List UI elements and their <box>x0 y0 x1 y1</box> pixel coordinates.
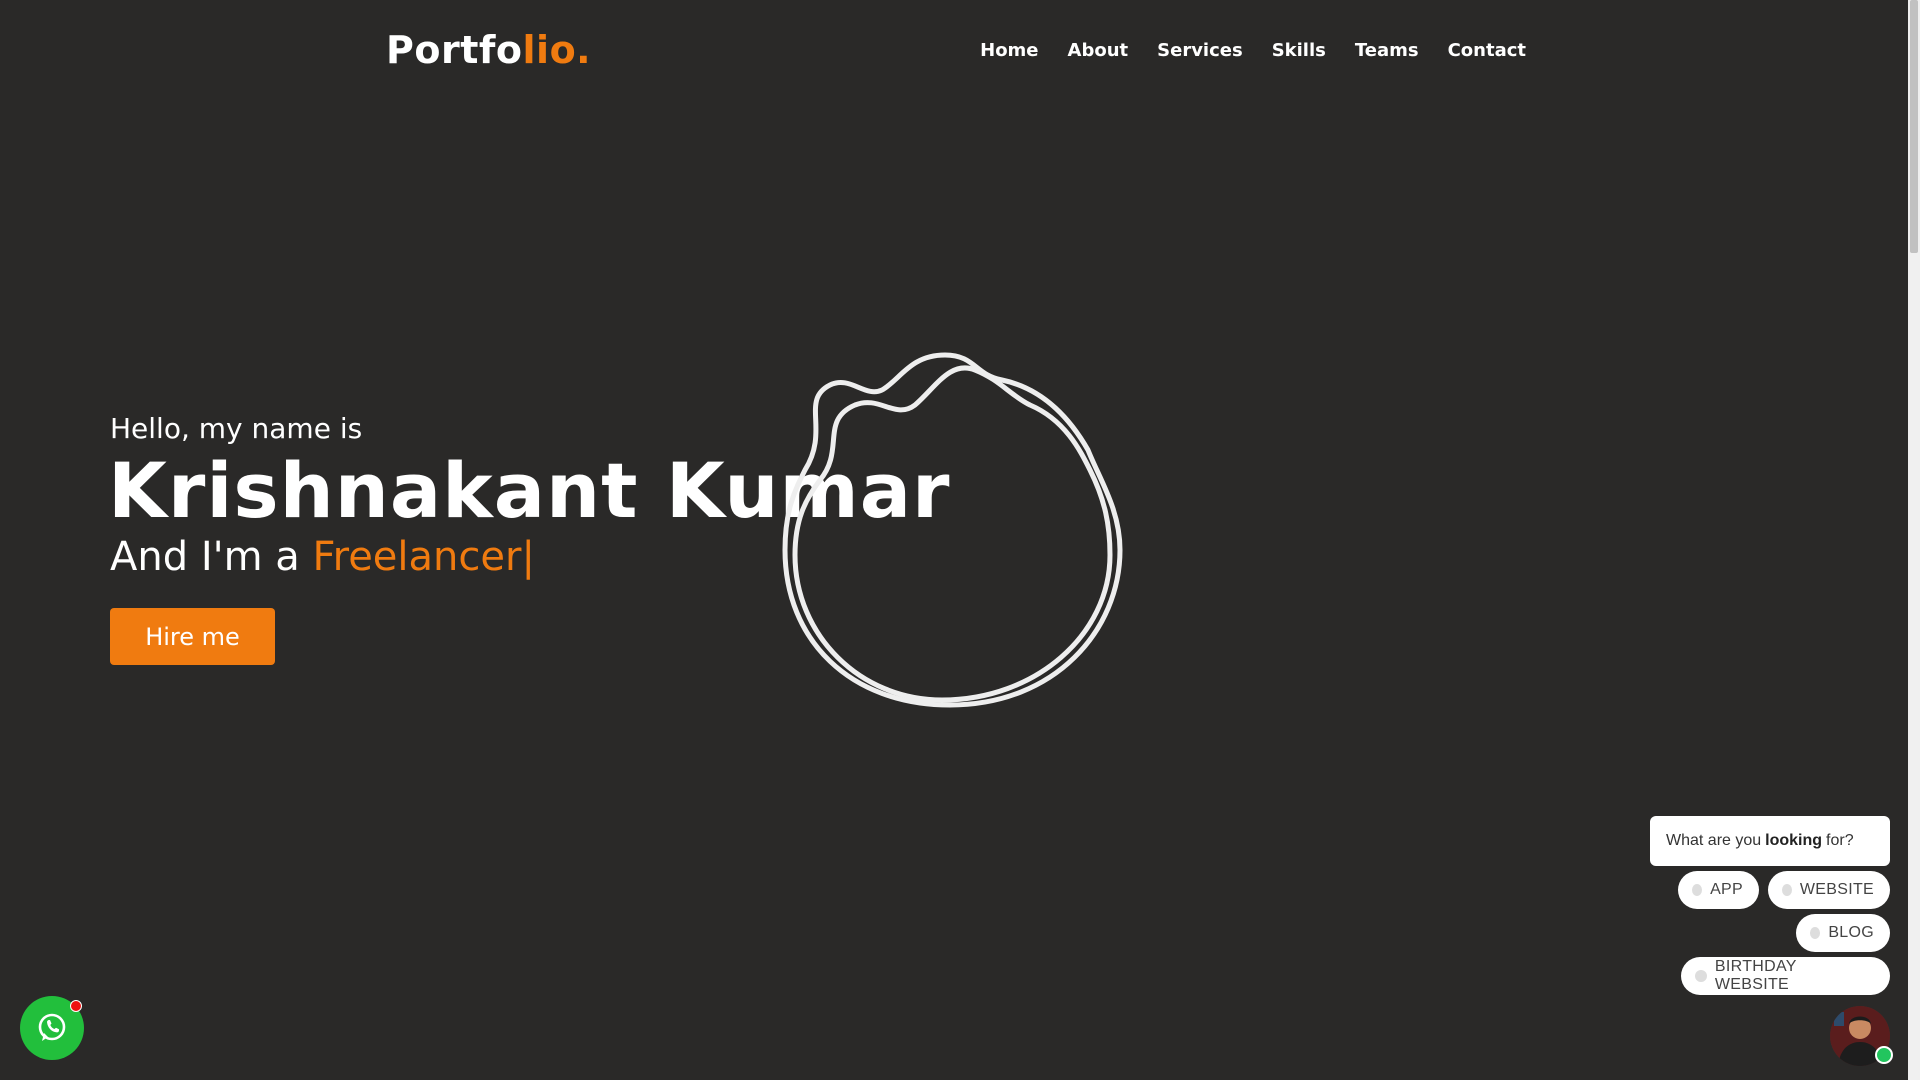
main-nav: Home About Services Skills Teams Contact <box>980 40 1526 61</box>
chat-prompt-before: What are you <box>1666 832 1762 849</box>
logo-accent-text: lio. <box>522 28 592 72</box>
chat-prompt-after: for? <box>1826 832 1854 849</box>
chat-option-birthday-website[interactable]: BIRTHDAY WEBSITE <box>1681 957 1890 995</box>
radio-dot-icon <box>1692 884 1703 896</box>
chat-option-label: BLOG <box>1828 924 1874 941</box>
chat-prompt-bold: looking <box>1765 832 1823 849</box>
site-logo[interactable]: Portfolio. <box>386 28 591 72</box>
whatsapp-icon <box>38 1013 66 1041</box>
online-status-dot <box>1875 1046 1893 1064</box>
logo-main-text: Portfo <box>386 28 523 72</box>
chat-option-label: WEBSITE <box>1799 881 1874 898</box>
chat-option-blog[interactable]: BLOG <box>1796 914 1890 952</box>
radio-dot-icon <box>1810 927 1821 939</box>
hero-role-prefix: And I'm a <box>110 534 313 580</box>
nav-home[interactable]: Home <box>980 40 1038 61</box>
page-scrollbar-thumb[interactable] <box>1910 0 1918 253</box>
nav-services[interactable]: Services <box>1157 40 1243 61</box>
hero-greeting: Hello, my name is <box>110 412 363 445</box>
nav-teams[interactable]: Teams <box>1355 40 1419 61</box>
chat-option-website[interactable]: WEBSITE <box>1768 871 1890 909</box>
chat-option-label: APP <box>1710 881 1743 898</box>
hero-role-typed: Freelancer <box>312 534 522 580</box>
chat-option-label: BIRTHDAY WEBSITE <box>1714 958 1797 993</box>
hero-role: And I'm a Freelancer| <box>110 534 535 580</box>
nav-contact[interactable]: Contact <box>1448 40 1526 61</box>
portfolio-page: Portfolio. Home About Services Skills Te… <box>0 0 1920 1080</box>
chat-prompt: What are you looking for? <box>1650 816 1890 866</box>
radio-dot-icon <box>1695 970 1707 982</box>
radio-dot-icon <box>1782 884 1792 896</box>
nav-about[interactable]: About <box>1068 40 1129 61</box>
chat-option-app[interactable]: APP <box>1678 871 1759 909</box>
typing-cursor: | <box>521 534 535 580</box>
nav-skills[interactable]: Skills <box>1272 40 1326 61</box>
wavy-circle-decoration <box>782 352 1123 708</box>
notification-badge <box>70 1000 82 1012</box>
hire-me-button[interactable]: Hire me <box>110 608 275 665</box>
